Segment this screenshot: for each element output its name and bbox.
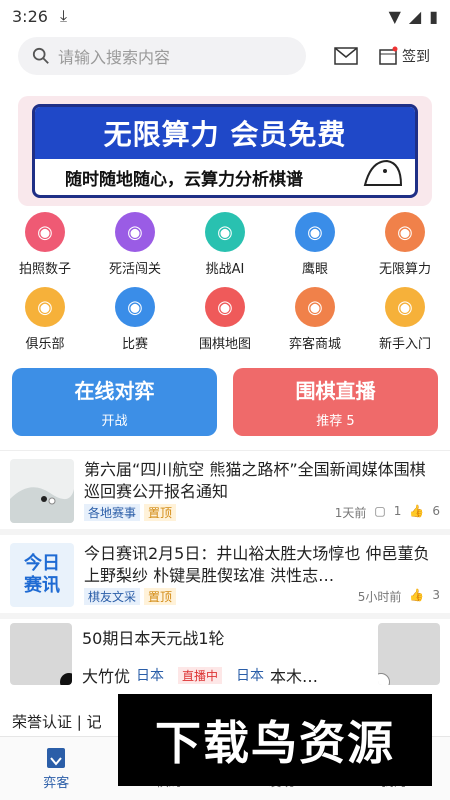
pinned-badge: 置顶 [144, 588, 177, 605]
shortcut-grid: ◉ 拍照数子 ◉ 死活闯关 ◉ 挑战AI ◉ 鹰眼 ◉ 无限算力 ◉ 俱乐部 ◉ 比赛 ◉ 围棋地图 ◉ 弈客商城… [0, 212, 450, 352]
like-icon[interactable]: 👍 [409, 588, 424, 605]
shortcut-label: 新手入门 [378, 337, 431, 352]
news-time: 1天前 [334, 506, 367, 520]
banner-subtitle: 随时随地随心，云算力分析棋谱 [65, 169, 303, 190]
player-avatar [10, 623, 72, 685]
player2-name: 本木… [270, 667, 319, 686]
news-title: 今日赛讯2月5日：井山裕太胜大场惇也 仲邑菫负上野梨纱 朴键昊胜偰玹准 洪性志… [84, 544, 430, 585]
online-play-sub: 开战 [101, 414, 128, 429]
player1-country: 日本 [136, 668, 165, 684]
tab-label: 弈客 [43, 776, 70, 791]
comment-count: 1 [393, 504, 402, 518]
shortcut-label: 挑战AI [205, 262, 245, 277]
shortcut-club[interactable]: ◉ 俱乐部 [0, 287, 90, 352]
shortcut-label: 弈客商城 [288, 337, 341, 352]
shortcut-label: 围棋地图 [198, 337, 251, 352]
eagle-icon: ◉ [295, 212, 335, 252]
status-bar: 3:26 ⤓ ▼ ◢ ▮ [0, 0, 450, 32]
robot-icon: ◉ [205, 212, 245, 252]
news-tag: 各地赛事 [84, 504, 141, 521]
status-time: 3:26 [12, 6, 48, 26]
like-count: 3 [432, 588, 440, 602]
like-icon[interactable]: 👍 [409, 504, 424, 521]
news-tag: 棋友文采 [84, 588, 141, 605]
news-thumbnail [10, 459, 74, 523]
home-icon [47, 748, 66, 768]
news-time: 5小时前 [357, 590, 402, 604]
player1-name: 大竹优 [82, 667, 131, 686]
shortcut-eagle[interactable]: ◉ 鹰眼 [270, 212, 360, 277]
player2-country: 日本 [236, 668, 265, 684]
mail-icon[interactable] [334, 47, 358, 65]
live-broadcast-title: 围棋直播 [295, 379, 376, 403]
bird-logo-icon [363, 159, 403, 186]
search-placeholder: 请输入搜索内容 [58, 48, 171, 67]
banner-headline: 无限算力 会员免费 [35, 107, 415, 159]
live-status-badge: 直播中 [178, 666, 223, 684]
search-icon [32, 47, 49, 64]
shortcut-beginner[interactable]: ◉ 新手入门 [360, 287, 450, 352]
news-title: 第六届“四川航空 熊猫之路杯”全国新闻媒体围棋巡回赛公开报名通知 [84, 460, 426, 501]
battery-icon: ▮ [429, 6, 438, 26]
player-avatar [378, 623, 440, 685]
like-count: 6 [432, 504, 440, 518]
shortcut-label: 鹰眼 [301, 262, 328, 277]
tab-yike[interactable]: 弈客 [0, 737, 113, 800]
shortcut-robot[interactable]: ◉ 挑战AI [180, 212, 270, 277]
online-play-button[interactable]: 在线对弈 开战 [12, 368, 217, 436]
honor-certification-text: 荣誉认证 | 记 [12, 712, 102, 731]
club-icon: ◉ [25, 287, 65, 327]
calendar-icon [379, 46, 398, 65]
sign-in-label: 签到 [402, 49, 430, 65]
shortcut-map-pin[interactable]: ◉ 围棋地图 [180, 287, 270, 352]
shortcut-power[interactable]: ◉ 无限算力 [360, 212, 450, 277]
news-item[interactable]: 第六届“四川航空 熊猫之路杯”全国新闻媒体围棋巡回赛公开报名通知 各地赛事 置顶… [0, 451, 450, 535]
download-icon: ⤓ [59, 6, 68, 25]
live-broadcast-sub: 推荐 5 [316, 414, 355, 429]
thumbnail-text: 今日赛讯 [24, 553, 60, 596]
wifi-icon: ▼ [388, 6, 401, 26]
shortcut-camera[interactable]: ◉ 拍照数子 [0, 212, 90, 277]
live-game-title: 50期日本天元战1轮 [82, 629, 225, 648]
shortcut-ghost[interactable]: ◉ 死活闯关 [90, 212, 180, 277]
shortcut-label: 比赛 [121, 337, 148, 352]
shortcut-label: 俱乐部 [25, 337, 65, 352]
promo-banner[interactable]: 无限算力 会员免费 随时随地随心，云算力分析棋谱 [18, 96, 432, 206]
online-play-title: 在线对弈 [74, 379, 155, 403]
pinned-badge: 置顶 [144, 504, 177, 521]
ghost-icon: ◉ [115, 212, 155, 252]
shortcut-trophy[interactable]: ◉ 比赛 [90, 287, 180, 352]
shortcut-label: 无限算力 [378, 262, 431, 277]
shortcut-shop[interactable]: ◉ 弈客商城 [270, 287, 360, 352]
comment-icon: ▢ [374, 504, 386, 518]
power-icon: ◉ [385, 212, 425, 252]
news-thumbnail: 今日赛讯 [10, 543, 74, 607]
sign-in-button[interactable]: 签到 [378, 46, 430, 66]
camera-icon: ◉ [25, 212, 65, 252]
live-broadcast-button[interactable]: 围棋直播 推荐 5 [233, 368, 438, 436]
shortcut-label: 拍照数子 [18, 262, 71, 277]
shop-icon: ◉ [295, 287, 335, 327]
news-list: 第六届“四川航空 熊猫之路杯”全国新闻媒体围棋巡回赛公开报名通知 各地赛事 置顶… [0, 450, 450, 689]
live-game-item[interactable]: 50期日本天元战1轮 大竹优 日本 直播中 日本 本木… [0, 619, 450, 689]
trophy-icon: ◉ [115, 287, 155, 327]
top-bar: 请输入搜索内容 签到 [0, 32, 450, 82]
signal-icon: ◢ [408, 6, 422, 26]
watermark-text: 下载鸟资源 [155, 716, 395, 770]
search-input[interactable]: 请输入搜索内容 [18, 37, 306, 75]
shortcut-label: 死活闯关 [108, 262, 161, 277]
beginner-icon: ◉ [385, 287, 425, 327]
watermark-overlay: 下载鸟资源 [118, 694, 432, 786]
news-item[interactable]: 今日赛讯 今日赛讯2月5日：井山裕太胜大场惇也 仲邑菫负上野梨纱 朴键昊胜偰玹准… [0, 535, 450, 619]
map-pin-icon: ◉ [205, 287, 245, 327]
